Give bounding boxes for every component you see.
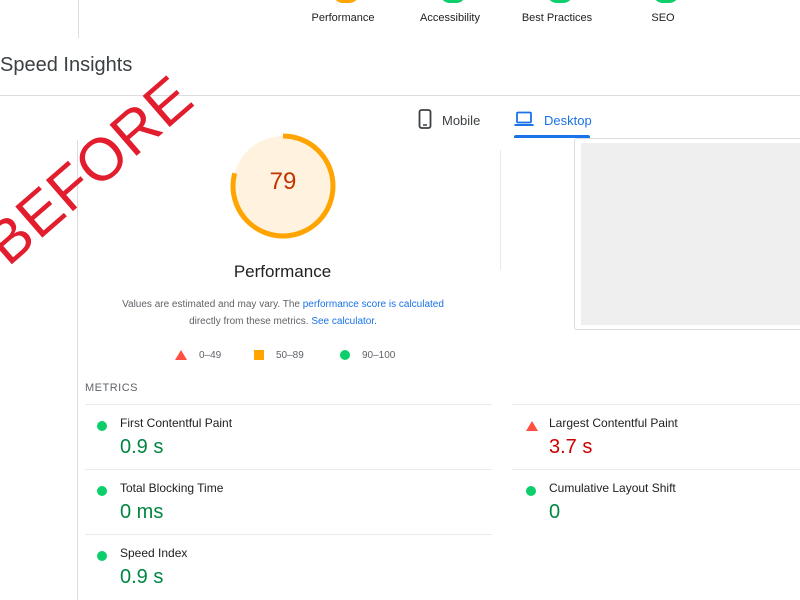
metric-value: 0 <box>549 501 561 523</box>
divider <box>78 0 79 38</box>
page-title: Speed Insights <box>0 54 133 76</box>
legend-label: 90–100 <box>362 349 396 361</box>
see-calculator-link[interactable]: See calculator. <box>311 316 377 327</box>
metric-value: 3.7 s <box>549 436 593 458</box>
divider <box>85 469 492 470</box>
category-accessibility[interactable]: Accessibility <box>395 0 505 36</box>
desc-text: directly from these metrics. <box>189 316 312 327</box>
tab-label: Desktop <box>544 112 592 128</box>
category-label: Performance <box>311 12 375 24</box>
metrics-heading: METRICS <box>85 382 138 394</box>
tab-mobile[interactable]: Mobile <box>418 104 480 136</box>
orange-square-icon <box>254 350 264 360</box>
category-performance[interactable]: Performance <box>288 0 398 36</box>
metric-label: Cumulative Layout Shift <box>549 481 676 495</box>
green-circle-icon <box>97 421 107 431</box>
metric-value: 0.9 s <box>120 436 164 458</box>
score-gauge-icon <box>653 0 679 3</box>
legend-label: 50–89 <box>276 349 304 361</box>
green-circle-icon <box>97 551 107 561</box>
score-description: Values are estimated and may vary. The p… <box>100 296 466 330</box>
metric-value: 0 ms <box>120 501 164 523</box>
divider <box>500 150 501 270</box>
metric-label: First Contentful Paint <box>120 416 233 430</box>
divider <box>512 469 800 470</box>
category-best-practices[interactable]: Best Practices <box>502 0 612 36</box>
performance-title: Performance <box>233 262 332 281</box>
page-screenshot-thumbnail <box>574 138 800 330</box>
green-circle-icon <box>97 486 107 496</box>
category-seo[interactable]: SEO <box>608 0 718 36</box>
category-label: SEO <box>651 12 675 24</box>
score-gauge-icon <box>547 0 573 3</box>
category-summary-strip: Performance Accessibility Best Practices… <box>0 0 800 40</box>
smartphone-icon <box>418 108 432 132</box>
tab-desktop[interactable]: Desktop <box>514 104 592 136</box>
red-triangle-icon <box>175 350 187 360</box>
laptop-icon <box>514 111 534 130</box>
metric-value: 0.9 s <box>120 566 164 588</box>
performance-score-value: 79 <box>269 168 297 195</box>
category-label: Accessibility <box>420 12 480 24</box>
divider <box>85 404 492 405</box>
desc-text: Values are estimated and may vary. The <box>122 299 303 310</box>
metric-label: Total Blocking Time <box>120 481 224 495</box>
divider <box>512 404 800 405</box>
green-circle-icon <box>340 350 350 360</box>
tab-label: Mobile <box>442 112 481 128</box>
category-label: Best Practices <box>521 12 593 24</box>
metric-label: Largest Contentful Paint <box>549 416 678 430</box>
legend-label: 0–49 <box>199 349 222 361</box>
score-gauge-icon <box>333 0 359 3</box>
performance-score-link[interactable]: performance score is calculated <box>303 299 444 310</box>
score-gauge-icon <box>440 0 466 3</box>
green-circle-icon <box>526 486 536 496</box>
red-triangle-icon <box>526 421 538 431</box>
legend-item-average: 50–89 <box>254 348 304 362</box>
legend-item-good: 90–100 <box>340 348 395 362</box>
divider <box>85 534 492 535</box>
legend-item-poor: 0–49 <box>175 348 221 362</box>
metric-label: Speed Index <box>120 546 188 560</box>
screenshot-image <box>581 143 800 325</box>
